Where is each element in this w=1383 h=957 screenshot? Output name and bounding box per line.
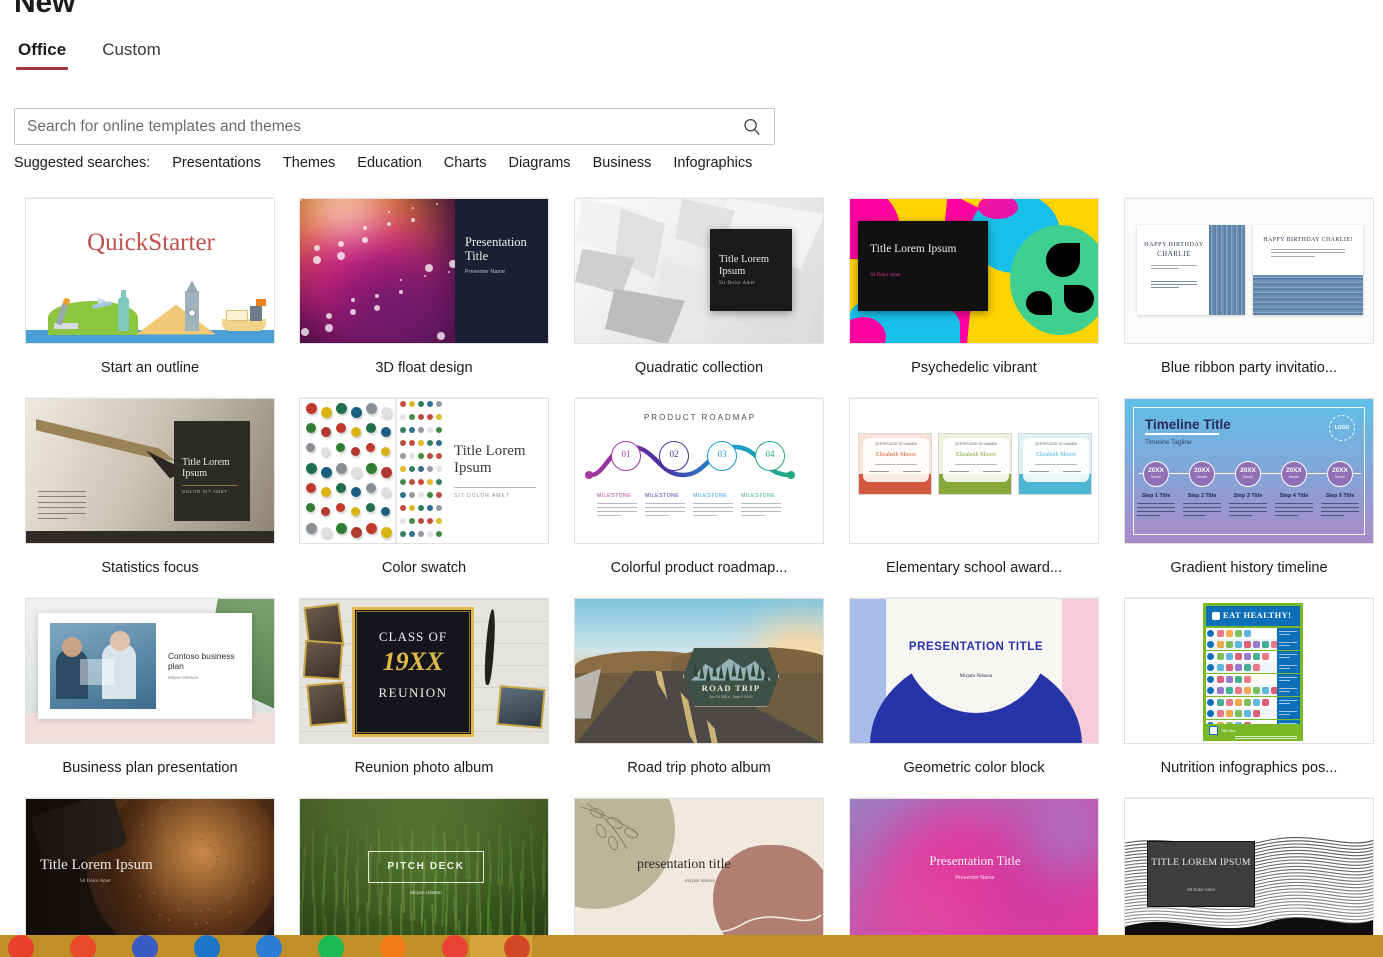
template-card-quadratic[interactable]: Title Lorem IpsumSit Dolor Amet Quadratic… (574, 197, 824, 376)
app-icon-explorer[interactable] (194, 935, 220, 957)
template-thumbnail-color-swatch[interactable]: Title Lorem IpsumSIT DOLOR AMET (299, 397, 549, 544)
template-card-quickstarter[interactable]: QuickStarter Start an outline (25, 197, 275, 376)
tab-office[interactable]: Office (14, 38, 70, 70)
app-icon-powerpoint[interactable] (504, 935, 530, 957)
template-caption-gradient-timeline: Gradient history timeline (1170, 560, 1327, 576)
app-icon-store[interactable] (132, 935, 158, 957)
template-caption-reunion: Reunion photo album (355, 760, 494, 776)
template-card-organic[interactable]: presentation titlemirjam nilsson (574, 797, 824, 957)
app-icon-chrome[interactable] (442, 935, 468, 957)
template-thumbnail-coffee[interactable]: Title Lorem IpsumSit Dolor Amet (25, 797, 275, 944)
template-caption-nutrition: Nutrition infographics pos... (1161, 760, 1338, 776)
template-card-statistics[interactable]: Title Lorem IpsumDOLOR SIT AMET Statistic… (25, 397, 275, 576)
template-thumbnail-gradient-timeline[interactable]: Timeline TitleTimeline TaglineLOGO20XXMo… (1124, 397, 1374, 544)
template-thumbnail-3d-float[interactable]: Presentation TitlePresenter Name (299, 197, 549, 344)
template-caption-statistics: Statistics focus (101, 560, 198, 576)
template-card-coffee[interactable]: Title Lorem IpsumSit Dolor Amet (25, 797, 275, 957)
template-thumbnail-product-roadmap[interactable]: PRODUCT ROADMAP 01MILESTONE02MILESTONE03… (574, 397, 824, 544)
template-card-pitch-deck[interactable]: PITCH DECKMirjam Nilsson (299, 797, 549, 957)
template-card-product-roadmap[interactable]: PRODUCT ROADMAP 01MILESTONE02MILESTONE03… (574, 397, 824, 576)
template-card-3d-float[interactable]: Presentation TitlePresenter Name 3D float… (299, 197, 549, 376)
suggested-link-charts[interactable]: Charts (444, 155, 487, 171)
template-card-reunion[interactable]: CLASS OF19XXREUNION Reunion photo album (299, 597, 549, 776)
suggested-link-diagrams[interactable]: Diagrams (509, 155, 571, 171)
template-thumbnail-blue-ribbon[interactable]: HAPPY BIRTHDAYCHARLIEHAPPY BIRTHDAY CHAR… (1124, 197, 1374, 344)
template-grid: QuickStarter Start an outline Presentation… (0, 197, 1383, 957)
template-thumbnail-nutrition[interactable]: EAT HEALTHY!Title Here (1124, 597, 1374, 744)
app-icon-word[interactable] (256, 935, 282, 957)
suggested-link-infographics[interactable]: Infographics (673, 155, 752, 171)
search-icon (742, 117, 762, 137)
search-input[interactable] (15, 118, 730, 136)
template-card-school-award[interactable]: CERTIFICATE OF AWARD Elizabeth Moore CER… (849, 397, 1099, 576)
suggested-link-education[interactable]: Education (357, 155, 422, 171)
template-card-psychedelic[interactable]: Title Lorem IpsumSit Dolor Amet Psychedel… (849, 197, 1099, 376)
template-caption-3d-float: 3D float design (375, 360, 472, 376)
template-caption-school-award: Elementary school award... (886, 560, 1062, 576)
template-card-geometric[interactable]: PRESENTATION TITLEMirjam Nilsson Geometri… (849, 597, 1099, 776)
template-thumbnail-wave-lines[interactable]: TITLE LOREM IPSUMSit Dolor Amet (1124, 797, 1374, 944)
template-thumbnail-geometric[interactable]: PRESENTATION TITLEMirjam Nilsson (849, 597, 1099, 744)
template-card-blue-ribbon[interactable]: HAPPY BIRTHDAYCHARLIEHAPPY BIRTHDAY CHAR… (1124, 197, 1374, 376)
template-row: QuickStarter Start an outline Presentation… (0, 197, 1383, 397)
template-thumbnail-psychedelic[interactable]: Title Lorem IpsumSit Dolor Amet (849, 197, 1099, 344)
category-tabs: Office Custom (14, 38, 165, 70)
suggested-label: Suggested searches: (14, 155, 150, 171)
template-card-road-trip[interactable]: ROAD TRIPJun 24 20XX - Sept 3 20XX Road t… (574, 597, 824, 776)
suggested-link-themes[interactable]: Themes (283, 155, 335, 171)
template-caption-quadratic: Quadratic collection (635, 360, 763, 376)
template-caption-road-trip: Road trip photo album (627, 760, 771, 776)
app-icon-orange[interactable] (380, 935, 406, 957)
template-caption-geometric: Geometric color block (903, 760, 1044, 776)
template-caption-color-swatch: Color swatch (382, 560, 466, 576)
template-thumbnail-school-award[interactable]: CERTIFICATE OF AWARD Elizabeth Moore CER… (849, 397, 1099, 544)
search-button[interactable] (730, 109, 774, 144)
page-title: New (14, 0, 75, 20)
template-card-business-plan[interactable]: Contoso business planMirjam Nilsson Busin… (25, 597, 275, 776)
template-caption-business-plan: Business plan presentation (62, 760, 237, 776)
template-caption-product-roadmap: Colorful product roadmap... (611, 560, 788, 576)
template-thumbnail-quickstarter[interactable]: QuickStarter (25, 197, 275, 344)
template-thumbnail-business-plan[interactable]: Contoso business planMirjam Nilsson (25, 597, 275, 744)
template-card-wave-lines[interactable]: TITLE LOREM IPSUMSit Dolor Amet (1124, 797, 1374, 957)
suggested-link-business[interactable]: Business (593, 155, 652, 171)
template-thumbnail-pitch-deck[interactable]: PITCH DECKMirjam Nilsson (299, 797, 549, 944)
template-card-gradient-timeline[interactable]: Timeline TitleTimeline TaglineLOGO20XXMo… (1124, 397, 1374, 576)
template-thumbnail-pink-gradient[interactable]: Presentation TitlePresenter Name (849, 797, 1099, 944)
template-caption-quickstarter: Start an outline (101, 360, 199, 376)
template-row: Title Lorem IpsumDOLOR SIT AMET Statistic… (0, 397, 1383, 597)
app-icon-red[interactable] (8, 935, 34, 957)
app-icon-character[interactable] (70, 935, 96, 957)
template-thumbnail-reunion[interactable]: CLASS OF19XXREUNION (299, 597, 549, 744)
new-presentation-page: New Office Custom Suggested searches: Pr… (0, 0, 1383, 957)
app-icon-spotify[interactable] (318, 935, 344, 957)
template-caption-psychedelic: Psychedelic vibrant (911, 360, 1037, 376)
template-row: Title Lorem IpsumSit Dolor AmetPITCH DEC… (0, 797, 1383, 957)
template-card-nutrition[interactable]: EAT HEALTHY!Title Here Nutrition infograp… (1124, 597, 1374, 776)
suggested-searches: Suggested searches: Presentations Themes… (14, 155, 774, 171)
taskbar[interactable] (0, 935, 1383, 957)
tab-custom[interactable]: Custom (98, 38, 165, 70)
template-caption-blue-ribbon: Blue ribbon party invitatio... (1161, 360, 1337, 376)
template-thumbnail-statistics[interactable]: Title Lorem IpsumDOLOR SIT AMET (25, 397, 275, 544)
template-row: Contoso business planMirjam Nilsson Busin… (0, 597, 1383, 797)
template-thumbnail-organic[interactable]: presentation titlemirjam nilsson (574, 797, 824, 944)
suggested-link-presentations[interactable]: Presentations (172, 155, 261, 171)
template-thumbnail-quadratic[interactable]: Title Lorem IpsumSit Dolor Amet (574, 197, 824, 344)
template-thumbnail-road-trip[interactable]: ROAD TRIPJun 24 20XX - Sept 3 20XX (574, 597, 824, 744)
template-card-pink-gradient[interactable]: Presentation TitlePresenter Name (849, 797, 1099, 957)
template-card-color-swatch[interactable]: Title Lorem IpsumSIT DOLOR AMET Color swa… (299, 397, 549, 576)
search-bar[interactable] (14, 108, 775, 145)
